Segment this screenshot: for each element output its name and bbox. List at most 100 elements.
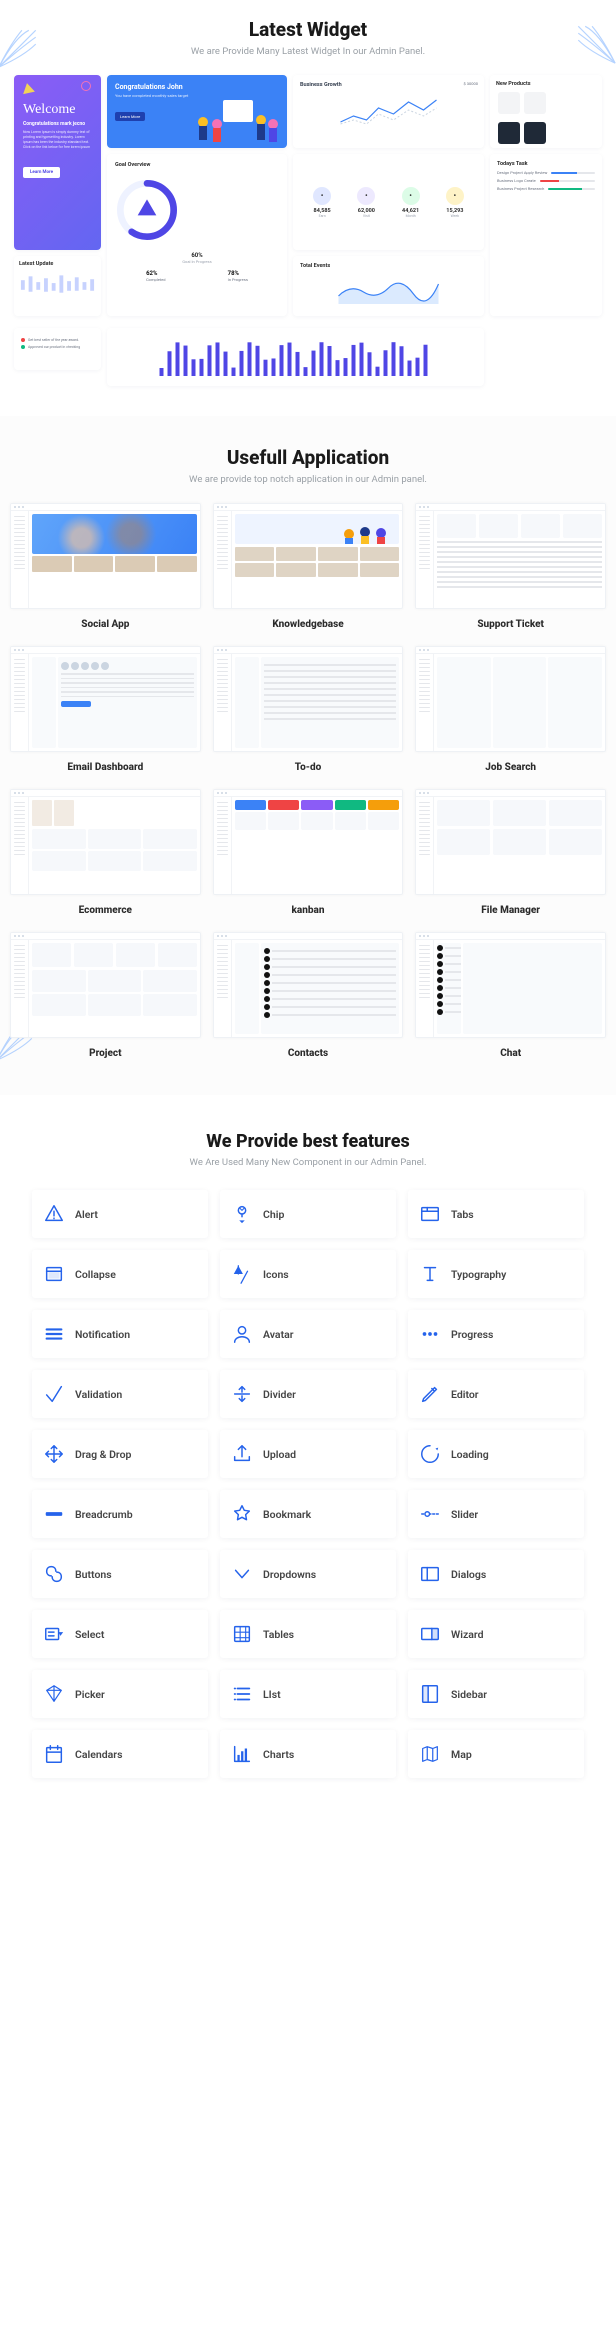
app-label: To-do xyxy=(213,762,404,773)
features-section: We Provide best features We Are Used Man… xyxy=(0,1095,616,1822)
growth-title: Business Growth xyxy=(300,82,477,88)
feature-chip[interactable]: Chip xyxy=(220,1190,396,1238)
feature-label: Tables xyxy=(263,1628,294,1641)
task-bar xyxy=(551,172,595,174)
feature-label: Breadcrumb xyxy=(75,1508,133,1521)
feature-divider[interactable]: Divider xyxy=(220,1370,396,1418)
feature-breadcrumb[interactable]: Breadcrumb xyxy=(32,1490,208,1538)
feature-label: Dialogs xyxy=(451,1568,486,1581)
avatar-icon xyxy=(231,1323,253,1345)
app-thumbnail[interactable] xyxy=(415,503,606,609)
feature-select[interactable]: Select xyxy=(32,1610,208,1658)
feature-alert[interactable]: Alert xyxy=(32,1190,208,1238)
feature-bookmark[interactable]: Bookmark xyxy=(220,1490,396,1538)
welcome-button[interactable]: Learn More xyxy=(23,167,60,178)
app-thumbnail[interactable] xyxy=(10,646,201,752)
app-grid: Social App Knowledgebase Support Ticket … xyxy=(10,503,606,1059)
events-widget: Total Events xyxy=(293,256,484,316)
feature-dialogs[interactable]: Dialogs xyxy=(408,1550,584,1598)
stat-row-widget: • 84,585 Earn • 62,000 Visit • 44,621 Mo… xyxy=(293,154,484,250)
app-cell: Social App xyxy=(10,503,201,630)
feature-icons[interactable]: Icons xyxy=(220,1250,396,1298)
stat-name: Week xyxy=(446,214,464,218)
feature-progress[interactable]: Progress xyxy=(408,1310,584,1358)
app-thumbnail[interactable] xyxy=(10,503,201,609)
buttons-icon xyxy=(43,1563,65,1585)
tables-icon xyxy=(231,1623,253,1645)
tasks-widget: Todays Task Design Project Apply Review … xyxy=(490,154,602,316)
feature-collapse[interactable]: Collapse xyxy=(32,1250,208,1298)
feature-validation[interactable]: Validation xyxy=(32,1370,208,1418)
app-thumbnail[interactable] xyxy=(213,789,404,895)
feature-sidebar[interactable]: Sidebar xyxy=(408,1670,584,1718)
update-a-text: Get best seller of the year award. xyxy=(28,338,79,342)
calendars-icon xyxy=(43,1743,65,1765)
chip-icon xyxy=(231,1203,253,1225)
stat-item: • 62,000 Visit xyxy=(357,187,375,218)
feature-charts[interactable]: Charts xyxy=(220,1730,396,1778)
app-thumbnail[interactable] xyxy=(213,646,404,752)
feature-wizard[interactable]: Wizard xyxy=(408,1610,584,1658)
widget-grid: Welcome Congratulations mark jecno Now L… xyxy=(14,75,602,386)
feature-loading[interactable]: Loading xyxy=(408,1430,584,1478)
feature-picker[interactable]: Picker xyxy=(32,1670,208,1718)
feature-label: Alert xyxy=(75,1208,98,1221)
app-cell: kanban xyxy=(213,789,404,916)
events-title: Total Events xyxy=(300,263,477,269)
feature-tables[interactable]: Tables xyxy=(220,1610,396,1658)
task-name: Business Logo Create xyxy=(497,178,536,183)
dragdrop-icon xyxy=(43,1443,65,1465)
app-thumbnail[interactable] xyxy=(415,932,606,1038)
feature-notification[interactable]: Notification xyxy=(32,1310,208,1358)
goal-ring-icon xyxy=(115,178,179,242)
app-cell: Support Ticket xyxy=(415,503,606,630)
congrats-button[interactable]: Learn More xyxy=(115,112,145,121)
triangle-icon xyxy=(21,82,35,94)
feature-label: Chip xyxy=(263,1208,284,1221)
feature-typography[interactable]: Typography xyxy=(408,1250,584,1298)
product-thumb[interactable] xyxy=(524,122,546,144)
feature-label: Dropdowns xyxy=(263,1568,316,1581)
dialogs-icon xyxy=(419,1563,441,1585)
app-cell: Knowledgebase xyxy=(213,503,404,630)
feature-slider[interactable]: Slider xyxy=(408,1490,584,1538)
feature-buttons[interactable]: Buttons xyxy=(32,1550,208,1598)
progress-icon xyxy=(419,1323,441,1345)
latest-update-widget: Latest Update xyxy=(14,256,101,316)
app-thumbnail[interactable] xyxy=(10,932,201,1038)
product-thumb[interactable] xyxy=(524,92,546,114)
stat-item: • 84,585 Earn xyxy=(313,187,331,218)
feature-label: Typography xyxy=(451,1268,506,1281)
feature-avatar[interactable]: Avatar xyxy=(220,1310,396,1358)
feature-calendars[interactable]: Calendars xyxy=(32,1730,208,1778)
alert-icon xyxy=(43,1203,65,1225)
feature-label: Picker xyxy=(75,1688,105,1701)
latest-update-title: Latest Update xyxy=(19,261,96,267)
feature-list[interactable]: LIst xyxy=(220,1670,396,1718)
feature-dragdrop[interactable]: Drag & Drop xyxy=(32,1430,208,1478)
feature-map[interactable]: Map xyxy=(408,1730,584,1778)
useful-application-section: Usefull Application We are provide top n… xyxy=(0,416,616,1095)
product-thumb[interactable] xyxy=(498,92,520,114)
goal-center: 60% xyxy=(115,252,279,259)
sidebar-icon xyxy=(419,1683,441,1705)
app-thumbnail[interactable] xyxy=(415,646,606,752)
welcome-widget: Welcome Congratulations mark jecno Now L… xyxy=(14,75,101,250)
growth-chart-icon xyxy=(300,94,477,130)
bar-chart-widget xyxy=(107,328,484,386)
app-thumbnail[interactable] xyxy=(213,503,404,609)
feature-upload[interactable]: Upload xyxy=(220,1430,396,1478)
notification-icon xyxy=(43,1323,65,1345)
feature-dropdowns[interactable]: Dropdowns xyxy=(220,1550,396,1598)
app-thumbnail[interactable] xyxy=(213,932,404,1038)
goal-right-val: 78% xyxy=(228,270,248,277)
app-thumbnail[interactable] xyxy=(10,789,201,895)
feature-label: Drag & Drop xyxy=(75,1448,131,1461)
section2-subtitle: We are provide top notch application in … xyxy=(10,474,606,485)
product-thumb[interactable] xyxy=(498,122,520,144)
stat-value: 62,000 xyxy=(357,208,375,214)
feature-editor[interactable]: Editor xyxy=(408,1370,584,1418)
app-thumbnail[interactable] xyxy=(415,789,606,895)
feature-tabs[interactable]: Tabs xyxy=(408,1190,584,1238)
bookmark-icon xyxy=(231,1503,253,1525)
